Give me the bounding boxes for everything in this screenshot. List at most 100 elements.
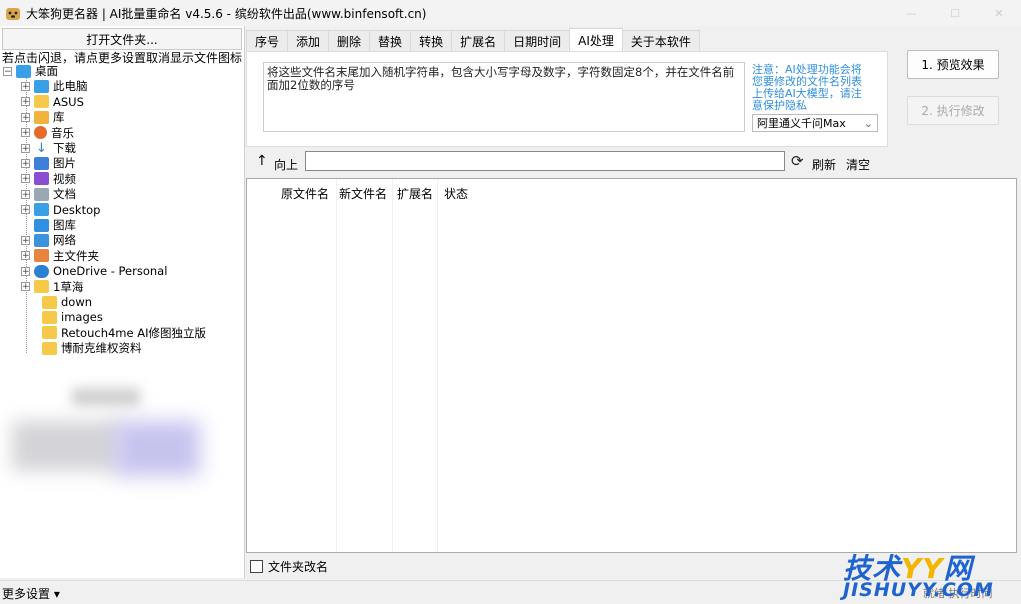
expand-icon[interactable]: + (21, 158, 30, 168)
tree-item[interactable]: + ASUS (21, 94, 84, 110)
tab-item[interactable]: 关于本软件 (621, 30, 700, 52)
dog-app-icon (6, 8, 20, 20)
column-header-original-name[interactable]: 原文件名 (281, 185, 329, 202)
tree-item[interactable]: Retouch4me AI修图独立版 (29, 325, 206, 341)
tree-item-label: 视频 (53, 171, 76, 186)
column-header-new-name[interactable]: 新文件名 (339, 185, 387, 202)
tab-item[interactable]: 删除 (328, 30, 371, 52)
expand-icon[interactable]: + (21, 81, 30, 91)
expand-icon[interactable]: + (21, 189, 30, 199)
more-settings-label: 更多设置 (2, 587, 51, 601)
gallery-icon (34, 218, 49, 232)
tree-item[interactable]: + 网络 (21, 232, 76, 248)
folder-icon (42, 310, 57, 324)
tab-item[interactable]: 转换 (410, 30, 453, 52)
tree-item[interactable]: − 桌面 (3, 63, 58, 79)
refresh-icon[interactable]: ⟳ (791, 152, 804, 170)
tab-item[interactable]: 序号 (246, 30, 289, 52)
expand-icon[interactable]: + (21, 266, 30, 276)
title-bar: 大笨狗更名器 | AI批量重命名 v4.5.6 - 缤纷软件出品(www.bin… (0, 0, 1021, 26)
ai-tab-panel: 将这些文件名末尾加入随机字符串，包含大小写字母及数字，字符数固定8个，并在文件名… (246, 51, 888, 147)
doc-icon (34, 187, 49, 201)
tree-item[interactable]: + 视频 (21, 171, 76, 187)
folder-rename-checkbox[interactable]: 文件夹改名 (250, 558, 328, 575)
clear-button[interactable]: 清空 (846, 156, 870, 173)
tree-item[interactable]: + 图片 (21, 155, 76, 171)
column-header-extension[interactable]: 扩展名 (397, 185, 433, 202)
minimize-icon[interactable]: — (889, 0, 933, 26)
model-select-value: 阿里通义千问Max (757, 117, 846, 130)
tree-item[interactable]: + 主文件夹 (21, 248, 99, 264)
tree-item-label: 文档 (53, 187, 76, 202)
refresh-button[interactable]: 刷新 (812, 156, 836, 173)
collapse-icon[interactable]: − (3, 66, 12, 76)
column-divider (336, 179, 337, 552)
privacy-note: 注意：AI处理功能会将您要修改的文件名列表上传给AI大模型，请注意保护隐私 (752, 63, 862, 112)
preview-button[interactable]: 1. 预览效果 (907, 50, 999, 79)
tree-item-label: ASUS (53, 94, 84, 109)
tab-item[interactable]: AI处理 (569, 28, 623, 52)
more-settings-button[interactable]: 更多设置 ▾ (2, 585, 60, 602)
checkbox-box[interactable] (250, 560, 263, 573)
desktop-icon (16, 64, 31, 78)
watermark-logo: 技术YY网 JISHUYY.COM (843, 547, 1019, 601)
path-input[interactable] (305, 151, 785, 171)
chevron-down-icon: ⌄ (863, 116, 873, 130)
tree-item-label: Retouch4me AI修图独立版 (61, 325, 207, 340)
tree-item[interactable]: +1草海 (21, 279, 83, 295)
folder-icon (34, 95, 49, 109)
blurred-region (12, 421, 122, 471)
model-select[interactable]: 阿里通义千问Max ⌄ (752, 114, 878, 132)
expand-icon[interactable]: + (21, 251, 30, 261)
pc-icon (34, 79, 49, 93)
tree-item[interactable]: + ↓ 下载 (21, 140, 76, 156)
home-icon (34, 249, 49, 263)
tree-item[interactable]: 图库 (21, 217, 76, 233)
tree-item-label: 主文件夹 (53, 248, 99, 263)
ai-prompt-input[interactable]: 将这些文件名末尾加入随机字符串，包含大小写字母及数字，字符数固定8个，并在文件名… (263, 62, 745, 132)
expand-icon[interactable]: + (21, 174, 30, 184)
blurred-region (115, 421, 200, 476)
tree-item-label: 图库 (53, 218, 76, 232)
column-divider (392, 179, 393, 552)
up-button[interactable]: 向上 (274, 156, 298, 173)
tree-item-label: 1草海 (53, 279, 84, 294)
expand-icon[interactable]: + (21, 282, 30, 292)
expand-icon[interactable]: + (21, 97, 30, 107)
expand-icon[interactable]: + (21, 235, 30, 245)
tree-item-label: 音乐 (51, 125, 74, 140)
maximize-icon[interactable]: ☐ (933, 0, 977, 26)
tab-item[interactable]: 添加 (287, 30, 330, 52)
expand-icon[interactable]: + (21, 112, 30, 122)
lib-icon (34, 110, 49, 124)
window-controls: — ☐ ✕ (889, 0, 1021, 26)
tree-item[interactable]: + 文档 (21, 186, 76, 202)
folder-icon (42, 295, 57, 309)
tree-item[interactable]: images (29, 309, 103, 325)
file-list[interactable]: 原文件名 新文件名 扩展名 状态 (246, 178, 1017, 553)
tree-item[interactable]: + Desktop (21, 202, 100, 218)
tree-item[interactable]: + 此电脑 (21, 78, 88, 94)
tree-item-label: 网络 (53, 233, 76, 248)
tab-item[interactable]: 替换 (369, 30, 412, 52)
tree-item-label: 博耐克维权资料 (61, 341, 142, 356)
tree-item[interactable]: + 音乐 (21, 125, 74, 141)
execute-button[interactable]: 2. 执行修改 (907, 96, 999, 125)
tree-item[interactable]: + OneDrive - Personal (21, 263, 167, 279)
tab-item[interactable]: 日期时间 (504, 30, 571, 52)
expand-icon[interactable]: + (21, 128, 30, 138)
close-icon[interactable]: ✕ (977, 0, 1021, 26)
open-folder-button[interactable]: 打开文件夹... (2, 28, 242, 50)
tree-item[interactable]: + 库 (21, 109, 65, 125)
tree-item[interactable]: down (29, 294, 92, 310)
blurred-region (72, 388, 140, 406)
tree-item-label: 此电脑 (53, 79, 88, 94)
expand-icon[interactable]: + (21, 143, 30, 153)
arrow-up-icon[interactable]: ↑ (256, 153, 268, 169)
expand-icon[interactable]: + (21, 205, 30, 215)
tree-item[interactable]: 博耐克维权资料 (29, 340, 142, 356)
tab-item[interactable]: 扩展名 (451, 30, 506, 52)
watermark-sub-text: JISHUYY.COM (843, 579, 994, 601)
column-header-status[interactable]: 状态 (444, 185, 468, 202)
window-title: 大笨狗更名器 | AI批量重命名 v4.5.6 - 缤纷软件出品(www.bin… (26, 7, 427, 21)
